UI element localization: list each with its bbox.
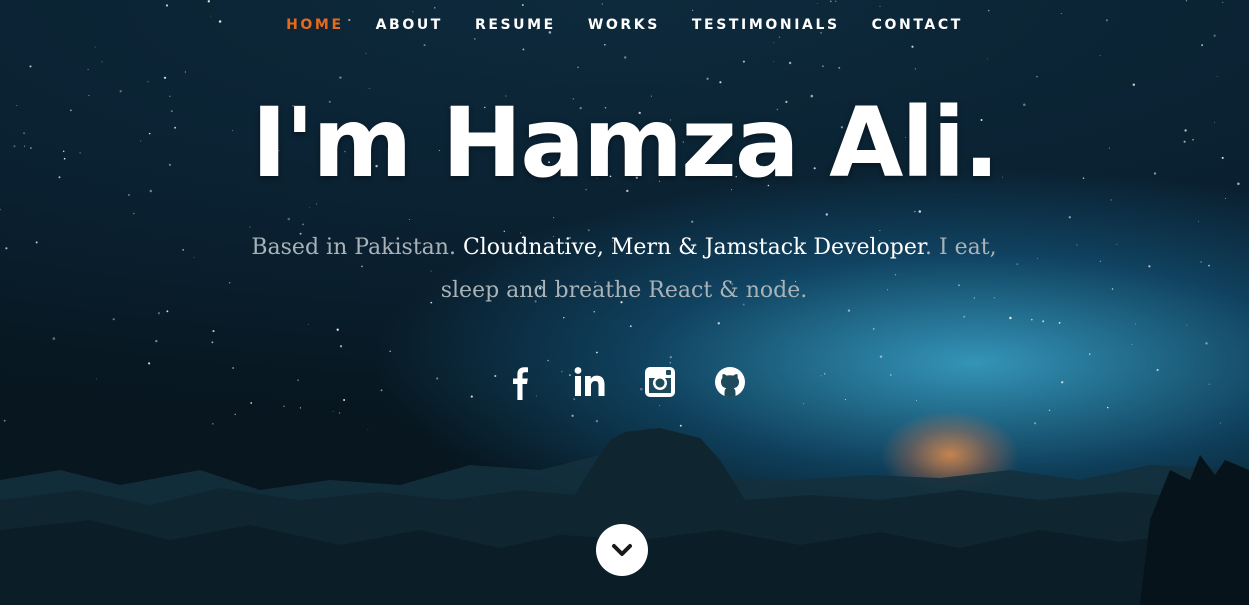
chevron-down-icon [612,544,632,556]
main-nav: HOME ABOUT RESUME WORKS TESTIMONIALS CON… [0,14,1249,35]
nav-about-link[interactable]: ABOUT [360,15,459,35]
hero-tagline: Based in Pakistan. Cloudnative, Mern & J… [224,226,1024,312]
hero-headline: I'm Hamza Ali. [251,87,999,199]
github-icon[interactable] [710,362,750,402]
nav-contact-link[interactable]: CONTACT [856,15,979,35]
nav-testimonials-link[interactable]: TESTIMONIALS [676,15,856,35]
tagline-location: Based in Pakistan. [251,235,463,260]
nav-works-link[interactable]: WORKS [572,15,676,35]
instagram-icon[interactable] [640,362,680,402]
nav-resume-link[interactable]: RESUME [459,15,572,35]
social-links [0,362,1249,402]
nav-home-link[interactable]: HOME [270,15,360,35]
tagline-role: Cloudnative, Mern & Jamstack Developer [462,235,925,260]
scroll-down-button[interactable] [596,524,648,576]
linkedin-icon[interactable] [570,362,610,402]
facebook-icon[interactable] [500,362,540,402]
